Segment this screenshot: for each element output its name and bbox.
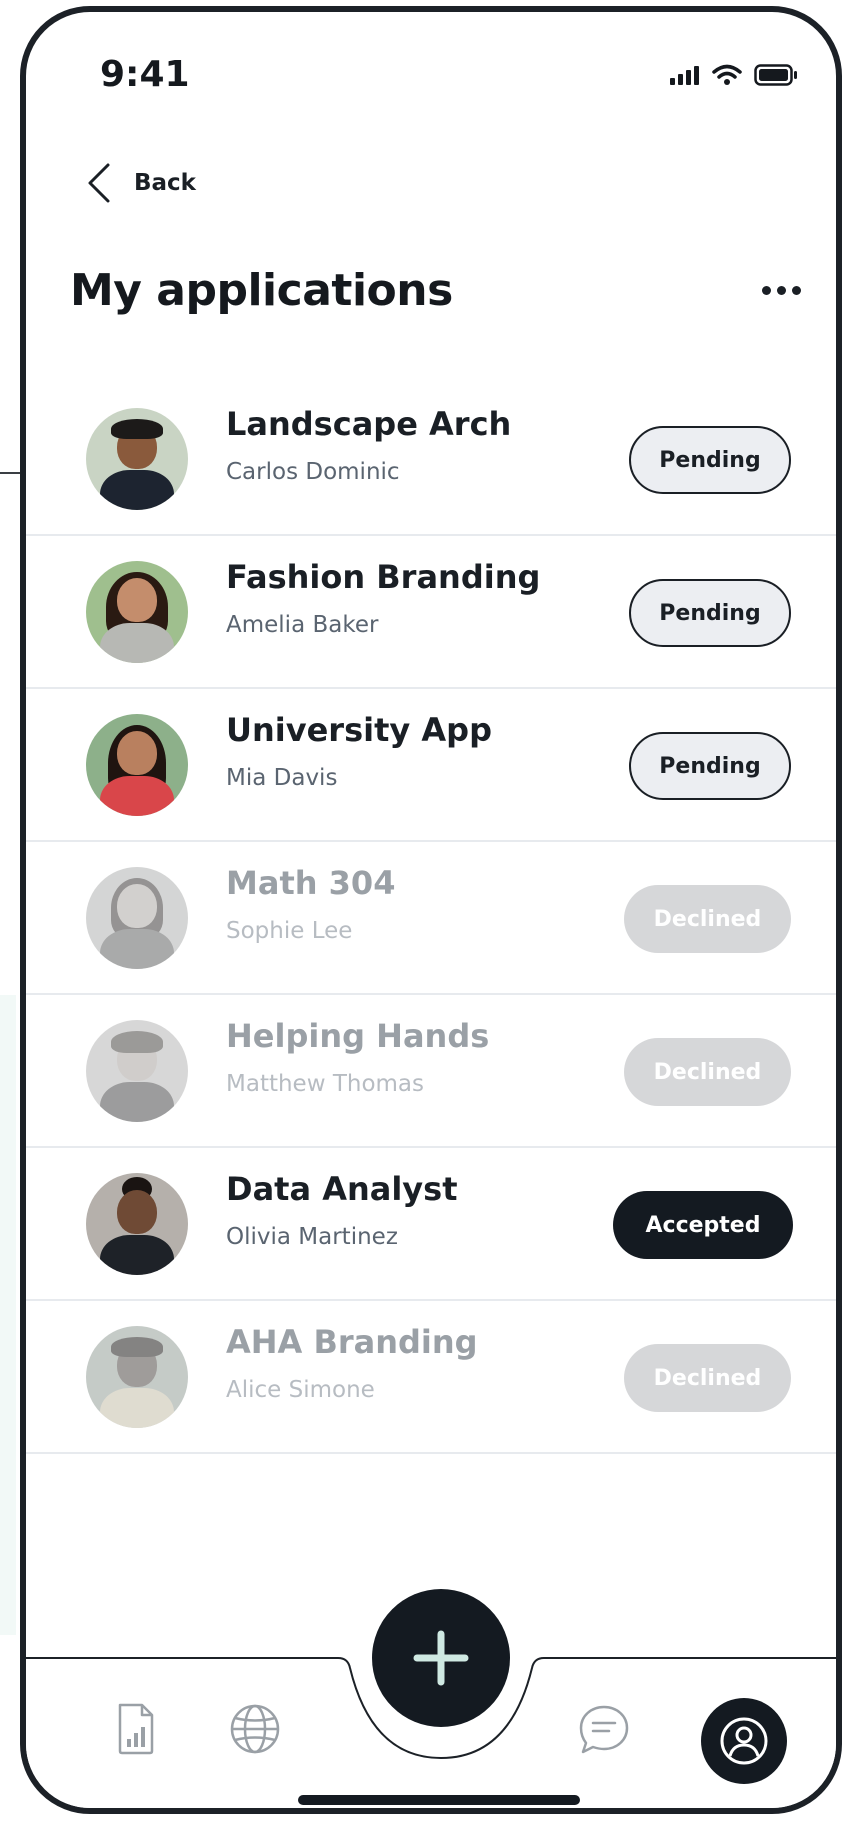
application-row[interactable]: Math 304 Sophie Lee Declined — [26, 842, 836, 995]
applicant-name: Olivia Martinez — [226, 1224, 398, 1250]
application-row[interactable]: AHA Branding Alice Simone Declined — [26, 1301, 836, 1454]
avatar — [86, 714, 188, 816]
avatar — [86, 408, 188, 510]
application-title: Helping Hands — [226, 1017, 490, 1055]
applicant-name: Matthew Thomas — [226, 1071, 425, 1097]
application-title: Math 304 — [226, 864, 396, 902]
avatar — [86, 1173, 188, 1275]
chevron-left-icon — [88, 163, 110, 203]
home-indicator — [298, 1795, 580, 1805]
status-badge: Pending — [629, 579, 791, 647]
application-title: Fashion Branding — [226, 558, 541, 596]
applicant-name: Mia Davis — [226, 765, 338, 791]
page-title: My applications — [70, 265, 453, 316]
status-badge: Accepted — [613, 1191, 793, 1259]
globe-icon — [230, 1704, 280, 1754]
applicant-name: Sophie Lee — [226, 918, 353, 944]
tab-profile[interactable] — [701, 1698, 787, 1784]
avatar — [86, 1326, 188, 1428]
application-title: University App — [226, 711, 492, 749]
applicant-name: Alice Simone — [226, 1377, 375, 1403]
back-label: Back — [134, 170, 196, 196]
status-time: 9:41 — [100, 54, 190, 95]
phone-frame: 9:41 Back My applications Landscape Arch… — [20, 6, 842, 1814]
application-row[interactable]: Landscape Arch Carlos Dominic Pending — [26, 383, 836, 536]
applicant-name: Carlos Dominic — [226, 459, 400, 485]
application-row[interactable]: Data Analyst Olivia Martinez Accepted — [26, 1148, 836, 1301]
decorative-panel — [0, 995, 16, 1635]
more-options-button[interactable] — [756, 280, 807, 301]
battery-icon — [754, 64, 797, 86]
tab-explore[interactable] — [224, 1698, 286, 1760]
status-badge: Pending — [629, 426, 791, 494]
status-badge: Declined — [624, 885, 791, 953]
status-icons — [670, 64, 798, 86]
signal-icon — [670, 66, 699, 85]
application-title: AHA Branding — [226, 1323, 478, 1361]
application-title: Landscape Arch — [226, 405, 512, 443]
more-dots-icon — [762, 286, 771, 295]
report-icon — [118, 1703, 154, 1755]
status-badge: Declined — [624, 1344, 791, 1412]
status-badge: Pending — [629, 732, 791, 800]
tab-reports[interactable] — [106, 1699, 166, 1759]
profile-icon — [720, 1717, 768, 1765]
application-row[interactable]: University App Mia Davis Pending — [26, 689, 836, 842]
application-row[interactable]: Fashion Branding Amelia Baker Pending — [26, 536, 836, 689]
application-row[interactable]: Helping Hands Matthew Thomas Declined — [26, 995, 836, 1148]
add-icon — [413, 1630, 469, 1686]
avatar — [86, 561, 188, 663]
add-button[interactable] — [372, 1589, 510, 1727]
applications-list: Landscape Arch Carlos Dominic Pending Fa… — [26, 383, 836, 1454]
wifi-icon — [712, 64, 742, 85]
status-badge: Declined — [624, 1038, 791, 1106]
avatar — [86, 867, 188, 969]
tab-messages[interactable] — [574, 1700, 634, 1760]
applicant-name: Amelia Baker — [226, 612, 379, 638]
avatar — [86, 1020, 188, 1122]
application-title: Data Analyst — [226, 1170, 458, 1208]
back-button[interactable]: Back — [86, 162, 196, 204]
chat-icon — [579, 1705, 629, 1754]
